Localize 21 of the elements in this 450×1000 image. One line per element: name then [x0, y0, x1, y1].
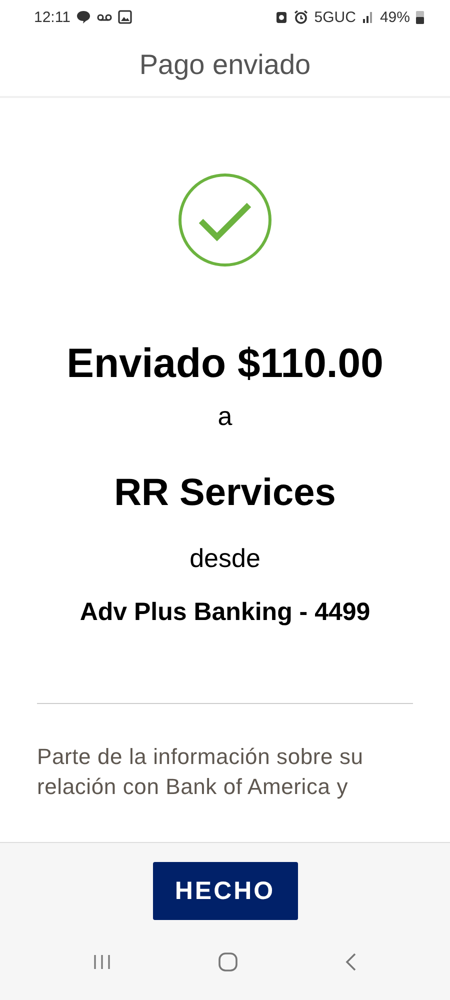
- recipient-name: RR Services: [114, 472, 336, 515]
- back-icon[interactable]: [344, 953, 357, 971]
- to-label: a: [218, 401, 232, 432]
- account-name: Adv Plus Banking - 4499: [80, 598, 370, 627]
- battery-icon: [416, 10, 424, 24]
- alarm-clock-icon: [294, 10, 308, 24]
- disclosure-text: Parte de la información sobre su relación con Bank of America y: [37, 743, 364, 801]
- clock-time: 12:11: [34, 8, 70, 26]
- signal-icon: [362, 11, 374, 23]
- from-label: desde: [190, 543, 260, 574]
- done-button[interactable]: HECHO: [152, 862, 298, 920]
- chat-bubble-icon: [76, 10, 92, 24]
- battery-percent: 49%: [380, 8, 410, 26]
- sent-amount: Enviado $110.00: [66, 340, 384, 387]
- network-type: 5GUC: [314, 8, 356, 26]
- voicemail-icon: [97, 12, 112, 22]
- checkmark-circle-icon: [177, 172, 273, 268]
- recent-apps-icon[interactable]: [93, 954, 112, 970]
- page-title: Pago enviado: [139, 49, 311, 81]
- image-icon: [118, 10, 132, 24]
- home-icon[interactable]: [218, 952, 238, 972]
